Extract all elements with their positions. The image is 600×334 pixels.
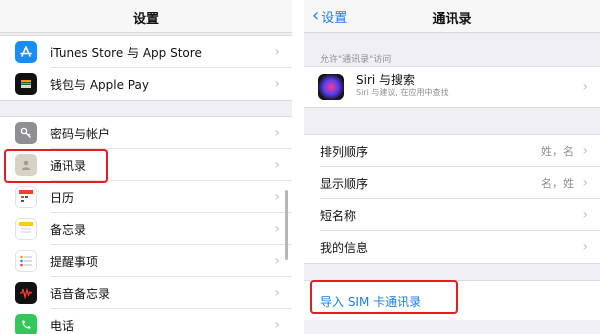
- chevron-right-icon: ›: [274, 285, 280, 301]
- chevron-right-icon: ›: [582, 239, 588, 255]
- settings-item-reminders[interactable]: 提醒事项 ›: [0, 245, 292, 277]
- key-icon: [15, 122, 37, 144]
- settings-item-sort-order[interactable]: 排列顺序 姓，名 ›: [304, 135, 600, 167]
- contacts-group-siri: Siri 与搜索 Siri 与建议, 在应用中查找 ›: [304, 66, 600, 108]
- calendar-icon: [15, 186, 37, 208]
- chevron-right-icon: ›: [582, 143, 588, 159]
- settings-item-my-info[interactable]: 我的信息 ›: [304, 231, 600, 263]
- voice-memos-icon: [15, 282, 37, 304]
- contacts-settings-panel: ‹ 设置 通讯录 允许"通讯录"访问 Siri 与搜索 Siri 与建议, 在应…: [304, 0, 600, 334]
- chevron-right-icon: ›: [274, 317, 280, 333]
- settings-item-label: iTunes Store 与 App Store: [50, 45, 202, 60]
- import-highlight-box: [310, 280, 458, 314]
- settings-item-phone[interactable]: 电话 ›: [0, 309, 292, 334]
- settings-item-voice-memos[interactable]: 语音备忘录 ›: [0, 277, 292, 309]
- settings-item-label: 排列顺序: [320, 144, 369, 159]
- settings-item-label: 钱包与 Apple Pay: [50, 77, 149, 92]
- app-store-icon: [15, 41, 37, 63]
- settings-item-notes[interactable]: 备忘录 ›: [0, 213, 292, 245]
- settings-item-wallet-apple-pay[interactable]: 钱包与 Apple Pay ›: [0, 68, 292, 100]
- chevron-right-icon: ›: [274, 189, 280, 205]
- settings-item-label: 我的信息: [320, 240, 369, 255]
- chevron-right-icon: ›: [274, 221, 280, 237]
- settings-item-display-order[interactable]: 显示顺序 名，姓 ›: [304, 167, 600, 199]
- chevron-right-icon: ›: [274, 253, 280, 269]
- notes-icon: [15, 218, 37, 240]
- settings-item-itunes-app-store[interactable]: iTunes Store 与 App Store ›: [0, 36, 292, 68]
- chevron-right-icon: ›: [582, 79, 588, 95]
- page-title: 设置: [132, 12, 159, 27]
- contacts-group-options: 排列顺序 姓，名 › 显示顺序 名，姓 › 短名称 › 我的信息 ›: [304, 134, 600, 264]
- page-title: 通讯录: [432, 12, 472, 27]
- settings-item-label: 密码与帐户: [50, 126, 111, 141]
- siri-icon: [318, 74, 344, 100]
- settings-item-label: 语音备忘录: [50, 286, 111, 301]
- chevron-right-icon: ›: [582, 175, 588, 191]
- section-header: 允许"通讯录"访问: [320, 55, 392, 65]
- settings-item-label: 短名称: [320, 208, 357, 223]
- settings-item-value: 名，姓: [541, 177, 574, 190]
- settings-item-label: 提醒事项: [50, 254, 99, 269]
- settings-panel: 设置 iTunes Store 与 App Store › 钱包与 Apple …: [0, 0, 292, 334]
- phone-icon: [15, 314, 37, 334]
- chevron-right-icon: ›: [274, 125, 280, 141]
- chevron-right-icon: ›: [274, 157, 280, 173]
- scrollbar[interactable]: [285, 190, 288, 260]
- settings-item-value: 姓，名: [541, 145, 574, 158]
- chevron-right-icon: ›: [582, 207, 588, 223]
- chevron-right-icon: ›: [274, 76, 280, 92]
- settings-item-label: 备忘录: [50, 222, 87, 237]
- settings-item-label: 显示顺序: [320, 176, 369, 191]
- settings-item-passwords-accounts[interactable]: 密码与帐户 ›: [0, 117, 292, 149]
- settings-item-label: 日历: [50, 190, 75, 205]
- settings-item-siri-search[interactable]: Siri 与搜索 Siri 与建议, 在应用中查找 ›: [304, 67, 600, 107]
- siri-title: Siri 与搜索: [356, 73, 416, 87]
- settings-item-short-name[interactable]: 短名称 ›: [304, 199, 600, 231]
- chevron-right-icon: ›: [274, 44, 280, 60]
- siri-subtitle: Siri 与建议, 在应用中查找: [356, 88, 449, 97]
- contacts-navbar: ‹ 设置 通讯录: [304, 0, 600, 33]
- settings-group-store: iTunes Store 与 App Store › 钱包与 Apple Pay…: [0, 35, 292, 101]
- settings-item-label: 电话: [50, 318, 75, 333]
- reminders-icon: [15, 250, 37, 272]
- settings-navbar: 设置: [0, 0, 292, 33]
- wallet-icon: [15, 73, 37, 95]
- contacts-highlight-box: [4, 149, 108, 183]
- panel-divider: [292, 0, 304, 334]
- settings-item-calendar[interactable]: 日历 ›: [0, 181, 292, 213]
